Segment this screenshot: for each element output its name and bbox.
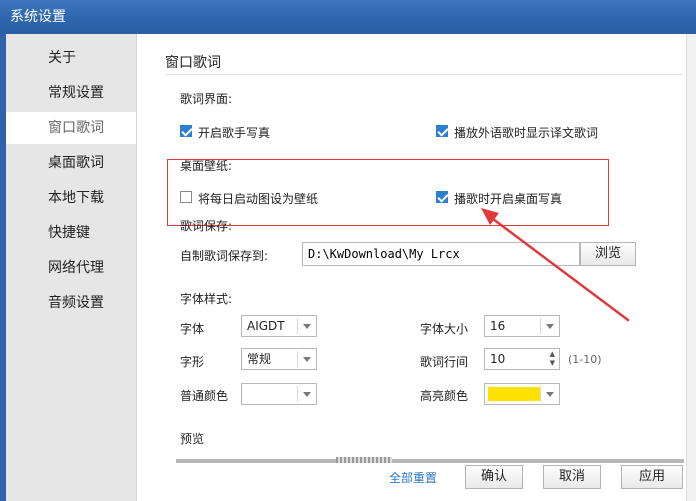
annotation-arrow: [481, 208, 630, 322]
